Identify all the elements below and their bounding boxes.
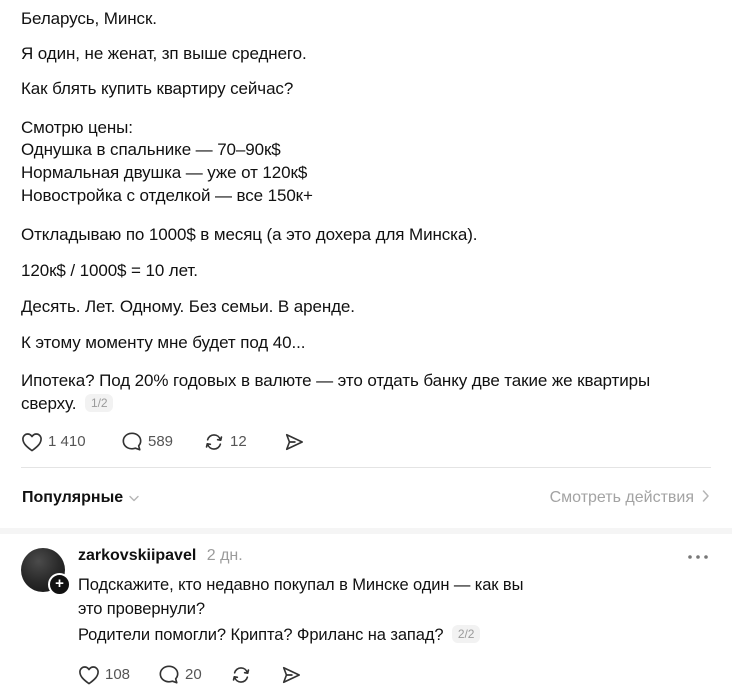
comment-bubble-icon: [158, 664, 180, 685]
like-button[interactable]: 108: [78, 665, 158, 685]
repost-arrows-icon: [230, 665, 252, 685]
post-pager-badge: 1/2: [85, 394, 114, 412]
reply-button[interactable]: 20: [158, 664, 230, 685]
reply-button[interactable]: 589: [121, 431, 203, 452]
like-count: 108: [105, 666, 131, 683]
post-paragraph: Десять. Лет. Одному. Без семьи. В аренде…: [21, 297, 355, 316]
post-paragraph: Откладываю по 1000$ в месяц (а это дохер…: [21, 225, 478, 244]
plus-icon[interactable]: +: [48, 573, 71, 596]
chevron-down-icon: [123, 489, 139, 507]
heart-icon: [78, 665, 100, 685]
post-actions: 1 410 589 12: [21, 431, 305, 452]
post-paragraph: сверху.: [21, 394, 77, 413]
share-button[interactable]: [283, 432, 305, 452]
comment-last-line: Родители помогли? Крипта? Фриланс на зап…: [78, 624, 481, 646]
repost-count: 12: [230, 433, 247, 450]
heart-icon: [21, 432, 43, 452]
sort-dropdown[interactable]: Популярные: [22, 489, 139, 507]
ellipsis-icon: [686, 554, 714, 571]
view-activity-link[interactable]: Смотреть действия: [550, 489, 709, 507]
reply-count: 20: [185, 666, 202, 683]
comment-header: zarkovskiipavel 2 дн.: [78, 547, 243, 565]
comment-bubble-icon: [121, 431, 143, 452]
post-paragraph: К этому моменту мне будет под 40...: [21, 333, 306, 352]
comment-pager-badge: 2/2: [451, 625, 481, 643]
more-options-button[interactable]: [686, 547, 714, 567]
comment-line: Подскажите, кто недавно покупал в Минске…: [78, 576, 524, 594]
chevron-right-icon: [694, 489, 709, 507]
like-count: 1 410: [48, 433, 86, 450]
post-paragraph: Нормальная двушка — уже от 120к$: [21, 163, 308, 182]
comment-timestamp: 2 дн.: [206, 547, 243, 564]
post-paragraph: Новостройка с отделкой — все 150к+: [21, 186, 313, 205]
repost-arrows-icon: [203, 432, 225, 452]
view-activity-label: Смотреть действия: [549, 489, 694, 506]
repost-button[interactable]: 12: [203, 432, 283, 452]
like-button[interactable]: 1 410: [21, 432, 121, 452]
post-paragraph: Смотрю цены:: [21, 118, 133, 137]
repost-button[interactable]: [230, 665, 280, 685]
send-icon: [283, 432, 305, 452]
comment-username[interactable]: zarkovskiipavel: [78, 547, 196, 564]
post-last-line: сверху. 1/2: [21, 393, 114, 415]
comment-line: Родители помогли? Крипта? Фриланс на зап…: [78, 626, 444, 644]
sort-label: Популярные: [22, 489, 124, 506]
send-icon: [280, 665, 302, 685]
post-paragraph: Как блять купить квартиру сейчас?: [21, 79, 294, 98]
section-divider: [0, 528, 732, 534]
post-paragraph: Ипотека? Под 20% годовых в валюте — это …: [21, 371, 651, 390]
post-paragraph: Однушка в спальнике — 70–90к$: [21, 140, 281, 159]
comment-line: это провернули?: [78, 600, 205, 618]
share-button[interactable]: [280, 665, 302, 685]
comment-actions: 108 20: [78, 664, 302, 685]
post-paragraph: 120к$ / 1000$ = 10 лет.: [21, 261, 198, 280]
reply-count: 589: [148, 433, 174, 450]
replies-header: Популярные Смотреть действия: [0, 470, 732, 528]
post-paragraph: Беларусь, Минск.: [21, 9, 157, 28]
post-paragraph: Я один, не женат, зп выше среднего.: [21, 44, 307, 63]
divider: [21, 467, 711, 468]
